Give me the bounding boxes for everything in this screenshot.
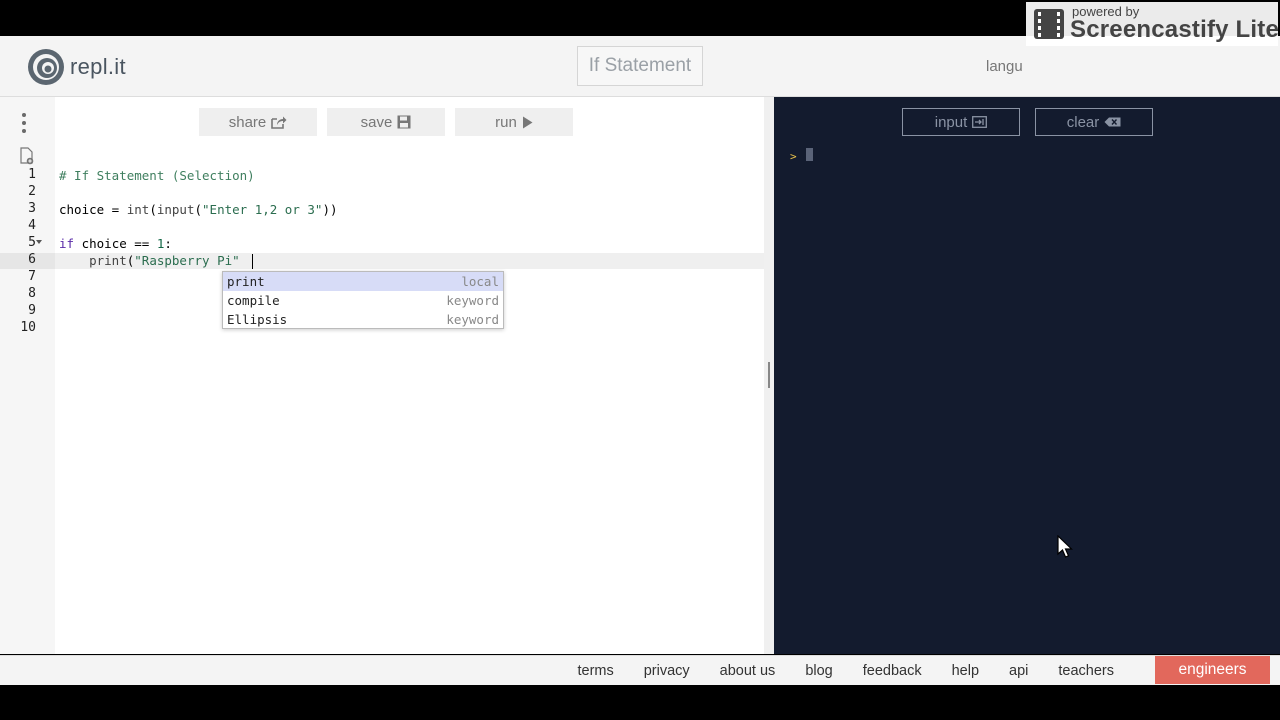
code-token: (: [194, 202, 203, 217]
line-number: 8: [28, 286, 36, 301]
footer-links: terms privacy about us blog feedback hel…: [577, 656, 1114, 685]
autocomplete-item[interactable]: compile keyword: [223, 291, 503, 310]
code-token: )): [322, 202, 338, 217]
footer-link-privacy[interactable]: privacy: [644, 663, 690, 679]
autocomplete-item[interactable]: Ellipsis keyword: [223, 310, 503, 329]
autocomplete-name: print: [227, 274, 265, 289]
code-token: :: [164, 236, 172, 251]
replit-logo[interactable]: repl.it: [26, 46, 126, 88]
footer-link-api[interactable]: api: [1009, 663, 1028, 679]
autocomplete-kind: keyword: [446, 293, 499, 308]
autocomplete-kind: keyword: [446, 312, 499, 327]
console-toolbar: input clear: [902, 108, 1153, 136]
autocomplete-dropdown: print local compile keyword Ellipsis key…: [222, 271, 504, 329]
run-label: run: [495, 113, 517, 131]
code-token: choice ==: [74, 236, 157, 251]
splitter-grip[interactable]: [768, 362, 770, 388]
share-button[interactable]: share: [199, 108, 317, 136]
footer-link-blog[interactable]: blog: [805, 663, 832, 679]
autocomplete-name: Ellipsis: [227, 312, 288, 327]
fold-arrow-icon[interactable]: [36, 240, 42, 245]
editor-toolbar: share save run: [199, 108, 573, 136]
clear-label: clear: [1066, 113, 1100, 131]
save-button[interactable]: save: [327, 108, 445, 136]
new-file-icon[interactable]: [19, 147, 35, 165]
console-cursor: [806, 148, 813, 161]
code-editor-pane[interactable]: share save run 1 2 3 4 5 6 7 8 9 10 # If…: [0, 97, 764, 654]
input-button[interactable]: input: [902, 108, 1020, 136]
watermark-brand: Screencastify Lite: [1070, 16, 1280, 43]
share-icon: [271, 116, 287, 129]
floppy-disk-icon: [397, 115, 411, 129]
code-builtin: input: [156, 202, 195, 217]
line-number: 6: [28, 252, 36, 267]
film-reel-icon: [1034, 9, 1064, 39]
language-label[interactable]: langu: [986, 58, 1023, 75]
line-number: 3: [28, 201, 36, 216]
code-string: "Raspberry Pi": [134, 253, 240, 268]
footer-link-feedback[interactable]: feedback: [863, 663, 922, 679]
code-builtin: int: [126, 202, 150, 217]
replit-swirl-icon: [28, 49, 64, 85]
line-number: 9: [28, 303, 36, 318]
line-number: 10: [20, 320, 36, 335]
code-token: (: [149, 202, 157, 217]
run-button[interactable]: run: [455, 108, 573, 136]
autocomplete-item[interactable]: print local: [223, 272, 503, 291]
line-number: 7: [28, 269, 36, 284]
footer-bar: terms privacy about us blog feedback hel…: [0, 655, 1280, 685]
autocomplete-name: compile: [227, 293, 280, 308]
code-line-6[interactable]: print("Raspberry Pi": [59, 253, 240, 268]
line-number: 4: [28, 218, 36, 233]
console-prompt: >: [790, 150, 797, 163]
footer-link-help[interactable]: help: [952, 663, 979, 679]
code-line-5[interactable]: if choice == 1:: [59, 236, 172, 251]
code-string: "Enter 1,2 or 3": [202, 202, 323, 217]
code-line-3[interactable]: choice = int(input("Enter 1,2 or 3")): [59, 202, 338, 217]
code-keyword: if: [59, 236, 75, 251]
project-title[interactable]: If Statement: [577, 46, 703, 86]
play-icon: [522, 116, 533, 128]
input-label: input: [934, 113, 968, 131]
share-label: share: [228, 113, 267, 131]
code-line-1[interactable]: # If Statement (Selection): [59, 168, 255, 183]
footer-link-about-us[interactable]: about us: [720, 663, 776, 679]
save-label: save: [360, 113, 393, 131]
console-pane[interactable]: input clear >: [774, 97, 1280, 654]
clear-button[interactable]: clear: [1035, 108, 1153, 136]
code-token: choice =: [59, 202, 127, 217]
line-number: 5: [28, 235, 36, 250]
line-number: 2: [28, 184, 36, 199]
footer-link-teachers[interactable]: teachers: [1058, 663, 1114, 679]
engineers-button[interactable]: engineers: [1155, 656, 1270, 684]
code-comment: # If Statement (Selection): [59, 168, 255, 183]
line-number: 1: [28, 167, 36, 182]
footer-link-terms[interactable]: terms: [577, 663, 613, 679]
text-cursor: [252, 254, 253, 269]
mouse-pointer-icon: [1057, 535, 1073, 558]
more-menu-icon[interactable]: [19, 113, 29, 135]
code-builtin: print: [89, 253, 127, 268]
autocomplete-kind: local: [461, 274, 499, 289]
logo-text: repl.it: [70, 54, 126, 79]
input-icon: [972, 116, 988, 128]
backspace-icon: [1104, 117, 1121, 127]
